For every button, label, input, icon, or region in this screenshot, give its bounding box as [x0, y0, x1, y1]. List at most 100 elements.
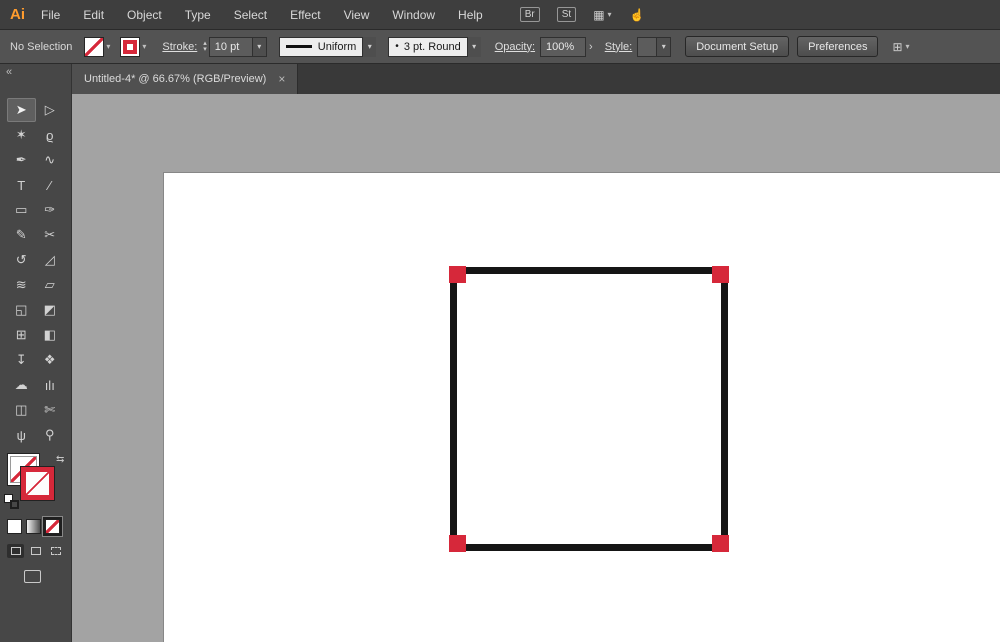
- stroke-weight-value: 10 pt: [210, 41, 252, 53]
- tool-symbol-sprayer-tool[interactable]: ☁: [7, 373, 36, 397]
- tool-perspective-grid-tool[interactable]: ◩: [36, 298, 65, 322]
- draw-behind-button[interactable]: [27, 544, 44, 558]
- stroke-color-control[interactable]: ▾: [120, 37, 146, 57]
- default-fill-stroke-button[interactable]: [4, 494, 19, 509]
- stroke-weight-stepper[interactable]: ▴ ▾: [203, 41, 207, 53]
- chevron-down-icon[interactable]: ▾: [252, 38, 266, 56]
- tool-rotate-tool[interactable]: ↺: [7, 248, 36, 272]
- tool-slice-tool[interactable]: ✄: [36, 398, 65, 422]
- opacity-flyout-icon[interactable]: ›: [589, 41, 593, 53]
- gradient-button[interactable]: [26, 519, 41, 534]
- stock-button[interactable]: St: [557, 7, 576, 22]
- menu-effect[interactable]: Effect: [290, 8, 320, 22]
- tool-mesh-tool[interactable]: ⊞: [7, 323, 36, 347]
- menu-edit[interactable]: Edit: [83, 8, 104, 22]
- document-tab[interactable]: Untitled-4* @ 66.67% (RGB/Preview) ×: [72, 64, 298, 94]
- touch-workspace-button[interactable]: ☝: [630, 8, 645, 22]
- red-corner-bottom-left: [449, 535, 466, 552]
- align-options-icon: ⊞: [892, 40, 902, 54]
- tool-free-transform-tool[interactable]: ▱: [36, 273, 65, 297]
- tool-pen-tool[interactable]: ✒: [7, 148, 36, 172]
- tool-shape-builder-tool[interactable]: ◱: [7, 298, 36, 322]
- menu-type[interactable]: Type: [185, 8, 211, 22]
- drawn-square-object[interactable]: [450, 267, 728, 551]
- chevron-down-icon[interactable]: ▾: [142, 42, 146, 51]
- menu-window[interactable]: Window: [392, 8, 435, 22]
- draw-normal-button[interactable]: [7, 544, 24, 558]
- style-dropdown[interactable]: ▾: [637, 37, 671, 57]
- arrange-documents-button[interactable]: ▦ ▾: [593, 8, 611, 22]
- tool-direct-selection-tool[interactable]: ▷: [36, 98, 65, 122]
- opacity-panel-link[interactable]: Opacity:: [495, 41, 535, 53]
- draw-inside-button[interactable]: [47, 544, 64, 558]
- selection-status: No Selection: [10, 41, 72, 53]
- fill-color-control[interactable]: ▾: [84, 37, 110, 57]
- align-options-button[interactable]: ⊞ ▾: [892, 40, 909, 54]
- tool-blend-tool[interactable]: ❖: [36, 348, 65, 372]
- stroke-color-swatch[interactable]: [120, 37, 140, 57]
- preferences-button[interactable]: Preferences: [797, 36, 878, 57]
- chevron-down-icon[interactable]: ▾: [106, 42, 110, 51]
- tool-gradient-tool[interactable]: ◧: [36, 323, 65, 347]
- menu-object[interactable]: Object: [127, 8, 162, 22]
- control-bar: No Selection ▾ ▾ Stroke: ▴ ▾ 10 pt ▾ Uni…: [0, 30, 1000, 64]
- tool-line-segment-tool[interactable]: ∕: [36, 173, 65, 197]
- red-corner-bottom-right: [712, 535, 729, 552]
- stroke-swatch[interactable]: [21, 467, 54, 500]
- tool-magic-wand-tool[interactable]: ✶: [7, 123, 36, 147]
- stroke-panel-link[interactable]: Stroke:: [162, 41, 197, 53]
- tool-curvature-tool[interactable]: ∿: [36, 148, 65, 172]
- tool-pencil-tool[interactable]: ✎: [7, 223, 36, 247]
- tab-close-icon[interactable]: ×: [278, 72, 285, 86]
- menu-file[interactable]: File: [41, 8, 60, 22]
- tool-scale-tool[interactable]: ◿: [36, 248, 65, 272]
- menubar: Ai File Edit Object Type Select Effect View Win…: [0, 0, 1000, 30]
- stroke-weight-dropdown[interactable]: 10 pt ▾: [209, 37, 267, 57]
- swap-fill-stroke-icon[interactable]: ⇆: [56, 454, 64, 465]
- tool-column-graph-tool[interactable]: ılı: [36, 373, 65, 397]
- tool-paintbrush-tool[interactable]: ✑: [36, 198, 65, 222]
- menu-list: File Edit Object Type Select Effect View Window…: [41, 8, 506, 22]
- opacity-field[interactable]: 100%: [540, 37, 586, 57]
- tool-width-tool[interactable]: ≋: [7, 273, 36, 297]
- tool-rectangle-tool[interactable]: ▭: [7, 198, 36, 222]
- none-button[interactable]: [45, 519, 60, 534]
- appbar-right: Br St ▦ ▾ ☝: [520, 7, 663, 22]
- drawing-mode-row: [0, 534, 71, 558]
- tool-artboard-tool[interactable]: ◫: [7, 398, 36, 422]
- menu-select[interactable]: Select: [234, 8, 267, 22]
- tool-zoom-tool[interactable]: ⚲: [36, 423, 65, 447]
- stepper-down-icon[interactable]: ▾: [203, 47, 207, 53]
- default-stroke-icon: [10, 500, 19, 509]
- bridge-button[interactable]: Br: [520, 7, 540, 22]
- brush-preview: • 3 pt. Round: [388, 37, 466, 57]
- tool-hand-tool[interactable]: ψ: [7, 423, 36, 447]
- menu-view[interactable]: View: [344, 8, 370, 22]
- illustrator-window: Ai File Edit Object Type Select Effect View Win…: [0, 0, 1000, 642]
- opacity-value: 100%: [541, 41, 579, 53]
- brush-dot-icon: •: [395, 41, 399, 52]
- app-logo[interactable]: Ai: [10, 6, 25, 23]
- chevron-down-icon[interactable]: ▾: [656, 38, 670, 56]
- document-setup-button[interactable]: Document Setup: [685, 36, 789, 57]
- tool-selection-tool[interactable]: ➤: [7, 98, 36, 122]
- toolbar-collapse-button[interactable]: «: [6, 66, 12, 78]
- tool-scissors-tool[interactable]: ✂: [36, 223, 65, 247]
- chevron-down-icon[interactable]: ▾: [467, 37, 481, 57]
- style-panel-link[interactable]: Style:: [605, 41, 633, 53]
- document-tab-strip: Untitled-4* @ 66.67% (RGB/Preview) ×: [72, 64, 1000, 94]
- brush-definition-dropdown[interactable]: • 3 pt. Round ▾: [388, 37, 480, 57]
- chevron-down-icon: ▾: [906, 42, 910, 51]
- chevron-down-icon[interactable]: ▾: [362, 37, 376, 57]
- tool-lasso-tool[interactable]: ϱ: [36, 123, 65, 147]
- color-button[interactable]: [7, 519, 22, 534]
- canvas-area[interactable]: [72, 94, 1000, 642]
- tool-eyedropper-tool[interactable]: ↧: [7, 348, 36, 372]
- menu-help[interactable]: Help: [458, 8, 483, 22]
- screen-mode-button[interactable]: [24, 570, 41, 583]
- chevron-down-icon: ▾: [608, 10, 612, 19]
- document-tab-title: Untitled-4* @ 66.67% (RGB/Preview): [84, 73, 266, 85]
- tool-type-tool[interactable]: T: [7, 173, 36, 197]
- fill-none-swatch[interactable]: [84, 37, 104, 57]
- width-profile-dropdown[interactable]: Uniform ▾: [279, 37, 377, 57]
